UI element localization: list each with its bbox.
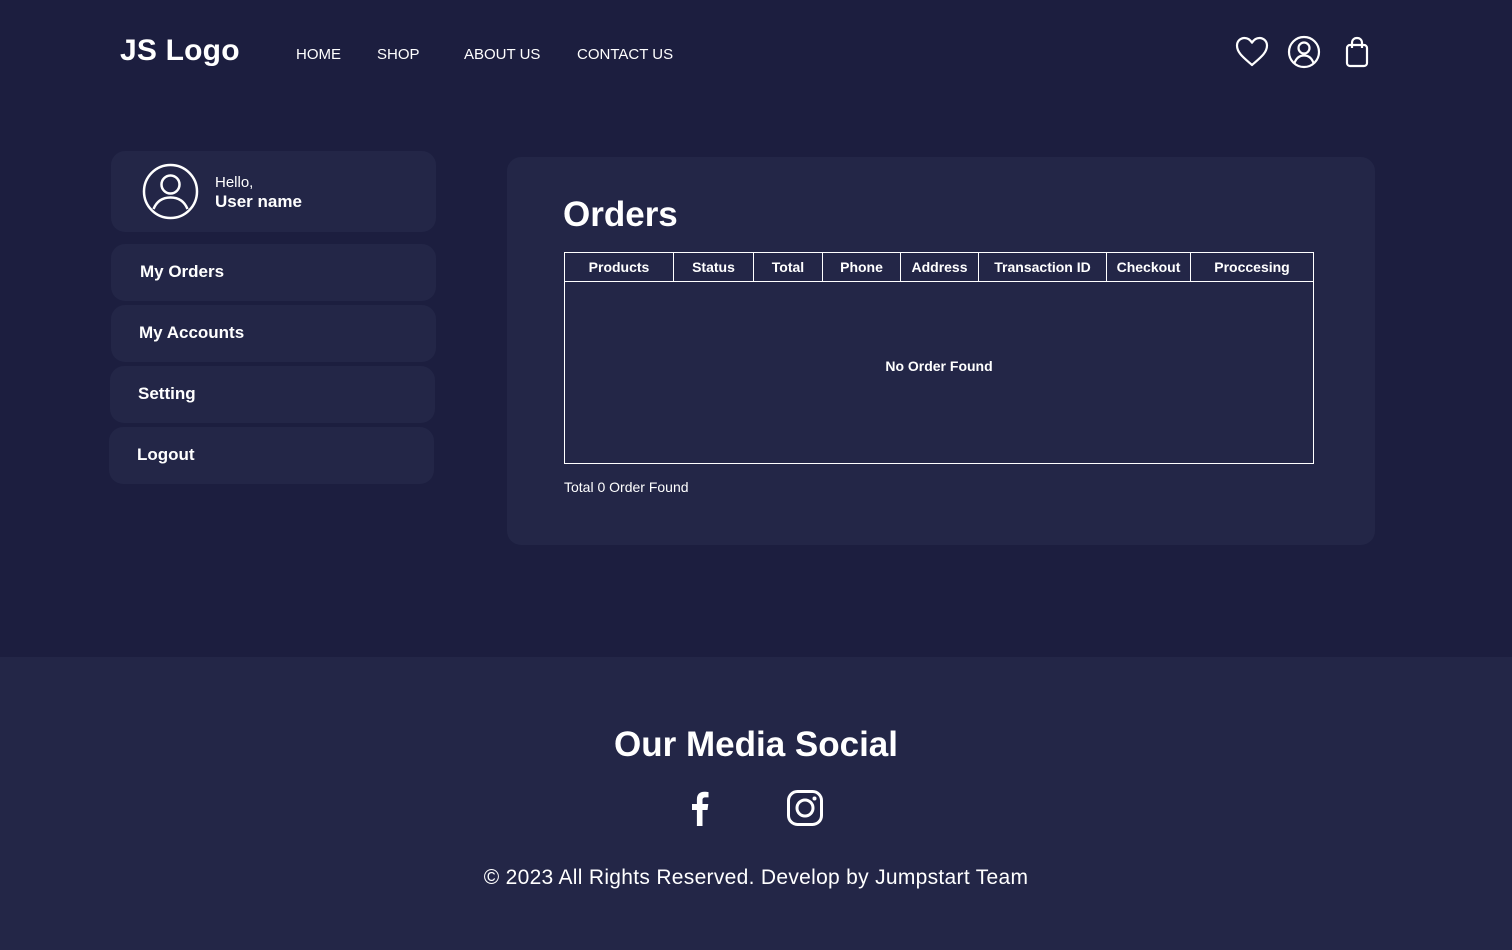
sidebar-item-setting[interactable]: Setting [110,366,435,423]
orders-count-text: Total 0 Order Found [564,479,689,495]
site-logo[interactable]: JS Logo [120,34,240,68]
nav-shop-link[interactable]: SHOP [377,46,420,63]
nav-home-link[interactable]: HOME [296,46,341,63]
empty-state-message: No Order Found [885,358,993,374]
shopping-bag-icon[interactable] [1339,34,1375,70]
sidebar-item-label: My Accounts [139,323,245,342]
column-header-phone: Phone [823,253,901,281]
user-profile-card: Hello, User name [111,151,436,232]
sidebar-item-logout[interactable]: Logout [109,427,434,484]
column-header-status: Status [674,253,754,281]
footer-title: Our Media Social [614,725,898,764]
greeting-text: Hello, [215,174,254,191]
sidebar-item-label: My Orders [140,262,225,281]
page-title: Orders [563,195,678,234]
column-header-total: Total [754,253,823,281]
avatar-icon [142,163,199,220]
sidebar-item-label: Logout [137,445,195,464]
orders-table: Products Status Total Phone Address Tran… [564,252,1314,464]
table-header-row: Products Status Total Phone Address Tran… [565,253,1313,282]
sidebar-item-label: Setting [138,384,196,403]
instagram-icon[interactable] [785,788,825,828]
nav-about-link[interactable]: ABOUT US [464,46,540,63]
orders-panel: Orders Products Status Total Phone Addre… [507,157,1375,545]
column-header-products: Products [565,253,674,281]
heart-icon[interactable] [1234,34,1270,70]
copyright-text: © 2023 All Rights Reserved. Develop by J… [483,866,1029,889]
facebook-icon[interactable] [680,788,720,828]
username-text: User name [215,192,302,211]
column-header-checkout: Checkout [1107,253,1191,281]
sidebar-item-my-orders[interactable]: My Orders [111,244,436,301]
sidebar-item-my-accounts[interactable]: My Accounts [111,305,436,362]
user-account-icon[interactable] [1286,34,1322,70]
column-header-transaction-id: Transaction ID [979,253,1107,281]
site-header: JS Logo HOME SHOP ABOUT US CONTACT US [0,0,1512,110]
column-header-address: Address [901,253,979,281]
site-footer: Our Media Social © 2023 All Rights Reser… [0,657,1512,950]
column-header-processing: Proccesing [1214,259,1290,275]
nav-contact-link[interactable]: CONTACT US [577,46,673,63]
